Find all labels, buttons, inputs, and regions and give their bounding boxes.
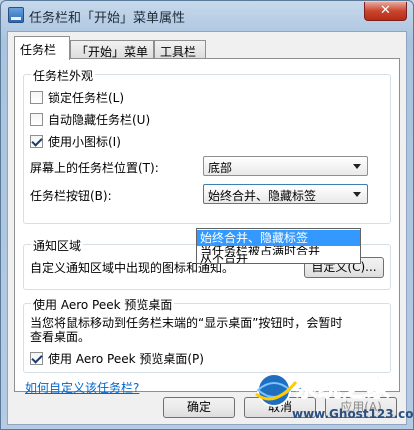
- aero-peek-legend: 使用 Aero Peek 预览桌面: [31, 296, 175, 313]
- tab-start-menu[interactable]: 「开始」菜单: [70, 40, 154, 59]
- aero-peek-desc-line2: 查看桌面。: [30, 330, 91, 344]
- lock-checkbox-box[interactable]: [30, 91, 43, 104]
- location-value: 底部: [208, 161, 233, 175]
- tab-toolbars[interactable]: 工具栏: [154, 40, 206, 59]
- small-icons-checkbox-box[interactable]: [30, 135, 43, 148]
- close-button[interactable]: ✕: [364, 2, 407, 21]
- window-title: 任务栏和「开始」菜单属性: [29, 11, 186, 26]
- dropdown-option[interactable]: 从不合并: [197, 254, 360, 264]
- watermark-brand: 系统之家: [294, 374, 390, 402]
- buttons-select[interactable]: 始终合并、隐藏标签: [203, 184, 368, 204]
- tab-taskbar[interactable]: 任务栏: [14, 36, 70, 60]
- aero-peek-checkbox[interactable]: 使用 Aero Peek 预览桌面(P): [30, 350, 204, 367]
- autohide-checkbox-box[interactable]: [30, 113, 43, 126]
- appearance-legend: 任务栏外观: [31, 67, 96, 84]
- taskbar-tab-panel: 任务栏外观 锁定任务栏(L) 自动隐藏任务栏(U) 使用小图标(I) 屏幕上的任…: [14, 58, 400, 395]
- location-label: 屏幕上的任务栏位置(T):: [30, 161, 159, 175]
- watermark-url: www.Ghost123.com: [292, 407, 414, 421]
- lock-label: 锁定任务栏(L): [48, 91, 125, 105]
- chevron-down-icon: [353, 192, 361, 197]
- watermark-logo: 系统之家 www.Ghost123.com: [252, 360, 414, 430]
- aero-peek-checkbox-label: 使用 Aero Peek 预览桌面(P): [48, 352, 204, 366]
- notification-legend: 通知区域: [31, 237, 84, 254]
- appearance-group: 任务栏外观 锁定任务栏(L) 自动隐藏任务栏(U) 使用小图标(I) 屏幕上的任…: [23, 67, 391, 224]
- dropdown-option[interactable]: 始终合并、隐藏标签: [197, 230, 360, 246]
- taskbar-icon: [8, 7, 24, 23]
- location-select[interactable]: 底部: [203, 156, 368, 176]
- small-icons-label: 使用小图标(I): [48, 135, 121, 149]
- watermark-globe-icon: 系统之家 www.Ghost123.com: [255, 373, 414, 421]
- ok-button[interactable]: 确定: [163, 397, 235, 418]
- buttons-value: 始终合并、隐藏标签: [208, 189, 317, 203]
- autohide-checkbox[interactable]: 自动隐藏任务栏(U): [30, 111, 150, 128]
- aero-peek-checkbox-box[interactable]: [30, 352, 43, 365]
- small-icons-checkbox[interactable]: 使用小图标(I): [30, 133, 121, 150]
- lock-taskbar-checkbox[interactable]: 锁定任务栏(L): [30, 89, 124, 106]
- buttons-dropdown-list: 始终合并、隐藏标签 当任务栏被占满时合并 从不合并: [196, 228, 361, 264]
- title-bar[interactable]: 任务栏和「开始」菜单属性 ✕: [1, 1, 413, 29]
- chevron-down-icon: [353, 164, 361, 169]
- help-link[interactable]: 如何自定义该任务栏?: [25, 379, 139, 396]
- autohide-label: 自动隐藏任务栏(U): [48, 113, 151, 127]
- buttons-label: 任务栏按钮(B):: [30, 189, 112, 203]
